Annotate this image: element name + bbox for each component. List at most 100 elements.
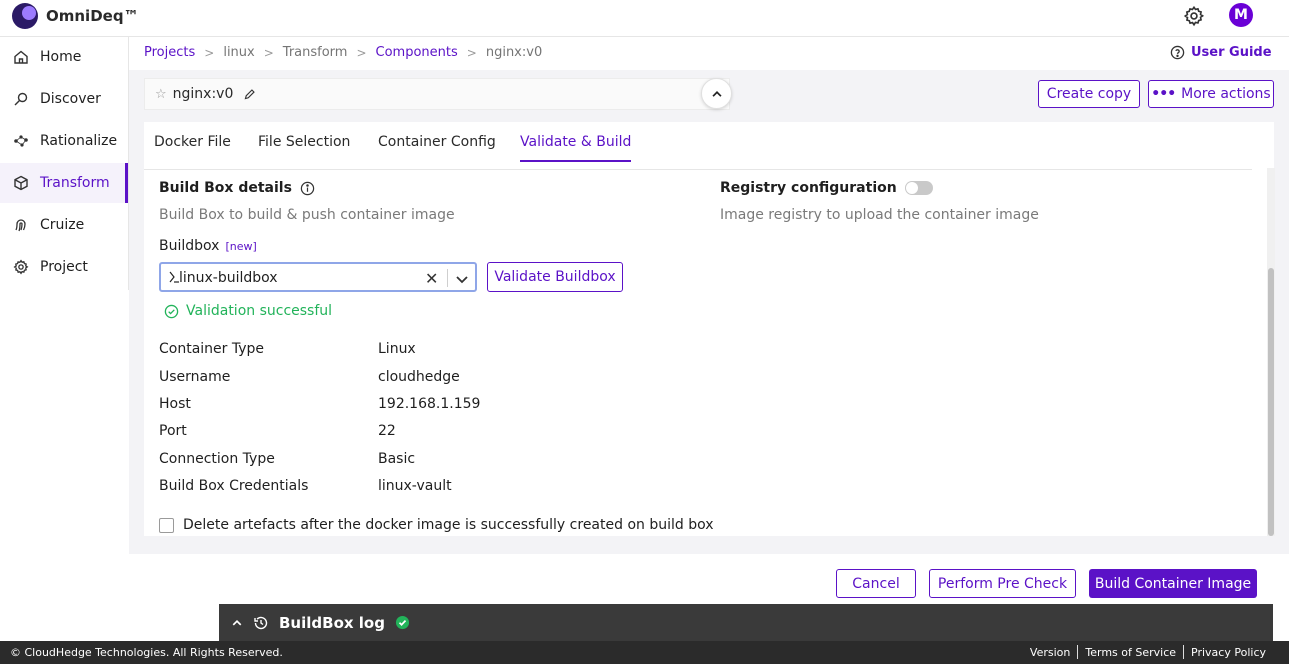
registry-toggle[interactable]: [904, 181, 933, 195]
app-name: OmniDeq™: [46, 7, 139, 25]
buildbox-field-label: Buildbox [new]: [159, 238, 257, 254]
select-divider: [447, 269, 448, 287]
detail-value: cloudhedge: [378, 369, 460, 385]
footer-links: Version Terms of Service Privacy Policy: [1023, 645, 1273, 659]
edit-pencil-icon[interactable]: [243, 88, 256, 101]
detail-label: Build Box Credentials: [159, 478, 309, 494]
detail-value: 192.168.1.159: [378, 396, 481, 412]
user-guide-link[interactable]: User Guide: [1170, 45, 1272, 60]
clear-selection-icon[interactable]: ✕: [425, 269, 438, 288]
chevron-down-icon[interactable]: [454, 271, 470, 287]
breadcrumb: Projects > linux > Transform > Component…: [144, 45, 542, 60]
validation-status: Validation successful: [164, 303, 332, 319]
buildbox-log-title: BuildBox log: [279, 613, 385, 632]
registry-config-heading: Registry configuration: [720, 180, 933, 196]
more-actions-label: More actions: [1181, 86, 1271, 102]
user-avatar[interactable]: M: [1229, 3, 1253, 27]
footer-copyright: © CloudHedge Technologies. All Rights Re…: [10, 646, 283, 659]
detail-label: Port: [159, 423, 187, 439]
perform-pre-check-button[interactable]: Perform Pre Check: [929, 569, 1076, 598]
registry-config-title: Registry configuration: [720, 180, 897, 196]
breadcrumb-current: nginx:v0: [485, 45, 543, 60]
sidebar-item-label: Home: [40, 49, 82, 65]
sidebar-item-label: Project: [40, 259, 88, 275]
detail-value: 22: [378, 423, 396, 439]
panel-scrollbar[interactable]: [1267, 168, 1275, 536]
validation-message: Validation successful: [186, 303, 333, 319]
sidebar-item-cruize[interactable]: Cruize: [0, 205, 128, 245]
detail-label: Host: [159, 396, 191, 412]
breadcrumb-separator: >: [356, 45, 367, 60]
star-icon[interactable]: ☆: [155, 87, 167, 102]
omnideq-logo-icon: [12, 3, 38, 29]
delete-artefacts-label: Delete artefacts after the docker image …: [183, 517, 714, 533]
help-circle-icon: [1170, 45, 1185, 60]
collapse-header-button[interactable]: [701, 78, 732, 109]
buildbox-details-title: Build Box details: [159, 180, 292, 196]
sidebar-item-discover[interactable]: Discover: [0, 79, 128, 119]
sidebar-item-label: Rationalize: [40, 133, 118, 149]
buildbox-subtitle: Build Box to build & push container imag…: [159, 207, 455, 223]
sidebar-item-label: Transform: [40, 175, 110, 191]
new-badge[interactable]: [new]: [225, 240, 256, 253]
tab-bar: Docker File File Selection Container Con…: [144, 122, 1274, 168]
sidebar-item-transform[interactable]: Transform: [0, 163, 128, 203]
sidebar-item-home[interactable]: Home: [0, 37, 128, 77]
breadcrumb-linux: linux: [223, 45, 255, 60]
breadcrumb-projects[interactable]: Projects: [144, 45, 195, 60]
discover-icon: [12, 90, 30, 108]
more-dots-icon: •••: [1151, 86, 1176, 102]
tab-divider: [144, 169, 1252, 170]
breadcrumb-separator: >: [204, 45, 215, 60]
component-title: nginx:v0: [172, 86, 234, 102]
tab-file-selection[interactable]: File Selection: [258, 134, 350, 160]
info-icon[interactable]: [300, 181, 315, 196]
sidebar-item-project[interactable]: Project: [0, 247, 128, 287]
sidebar-item-label: Discover: [40, 91, 101, 107]
home-icon: [12, 48, 30, 66]
fingerprint-icon: [12, 216, 30, 234]
footer-link-version[interactable]: Version: [1023, 646, 1077, 659]
breadcrumb-separator: >: [466, 45, 477, 60]
detail-label: Container Type: [159, 341, 265, 357]
settings-gear-icon[interactable]: [1183, 5, 1205, 27]
buildbox-select[interactable]: linux-buildbox ✕: [159, 262, 477, 292]
breadcrumb-transform: Transform: [282, 45, 348, 60]
detail-value: linux-vault: [378, 478, 452, 494]
cancel-button[interactable]: Cancel: [836, 569, 916, 598]
validate-buildbox-button[interactable]: Validate Buildbox: [487, 262, 623, 292]
detail-value: Linux: [378, 341, 416, 357]
buildbox-select-value: linux-buildbox: [169, 270, 278, 286]
footer: © CloudHedge Technologies. All Rights Re…: [0, 641, 1289, 664]
footer-link-terms[interactable]: Terms of Service: [1078, 646, 1183, 659]
brand[interactable]: OmniDeq™: [12, 3, 139, 29]
gear-icon: [12, 258, 30, 276]
tab-docker-file[interactable]: Docker File: [154, 134, 231, 160]
check-circle-icon: [164, 304, 179, 318]
chevron-up-icon: [711, 90, 722, 97]
cube-icon: [12, 174, 30, 192]
scrollbar-thumb[interactable]: [1268, 268, 1274, 536]
more-actions-button[interactable]: ••• More actions: [1148, 80, 1274, 108]
component-title-bar: ☆ nginx:v0: [144, 78, 730, 110]
tab-container-config[interactable]: Container Config: [378, 134, 496, 160]
footer-link-privacy[interactable]: Privacy Policy: [1184, 646, 1273, 659]
success-check-icon: [395, 615, 410, 630]
sidebar-item-label: Cruize: [40, 217, 85, 233]
build-container-image-button[interactable]: Build Container Image: [1089, 569, 1257, 598]
breadcrumb-components[interactable]: Components: [376, 45, 458, 60]
user-guide-label: User Guide: [1191, 45, 1272, 60]
create-copy-button[interactable]: Create copy: [1038, 80, 1140, 108]
rationalize-icon: [12, 132, 30, 150]
tab-validate-build[interactable]: Validate & Build: [520, 134, 632, 162]
buildbox-details-heading: Build Box details: [159, 180, 315, 196]
buildbox-log-bar[interactable]: BuildBox log: [219, 604, 1273, 641]
breadcrumb-separator: >: [263, 45, 274, 60]
delete-artefacts-checkbox[interactable]: [159, 517, 174, 533]
history-icon: [254, 616, 268, 629]
detail-label: Connection Type: [159, 451, 275, 467]
detail-label: Username: [159, 369, 231, 385]
sidebar: Home Discover Rationalize Transform Crui…: [0, 37, 129, 290]
chevron-up-icon[interactable]: [231, 617, 243, 629]
sidebar-item-rationalize[interactable]: Rationalize: [0, 121, 128, 161]
